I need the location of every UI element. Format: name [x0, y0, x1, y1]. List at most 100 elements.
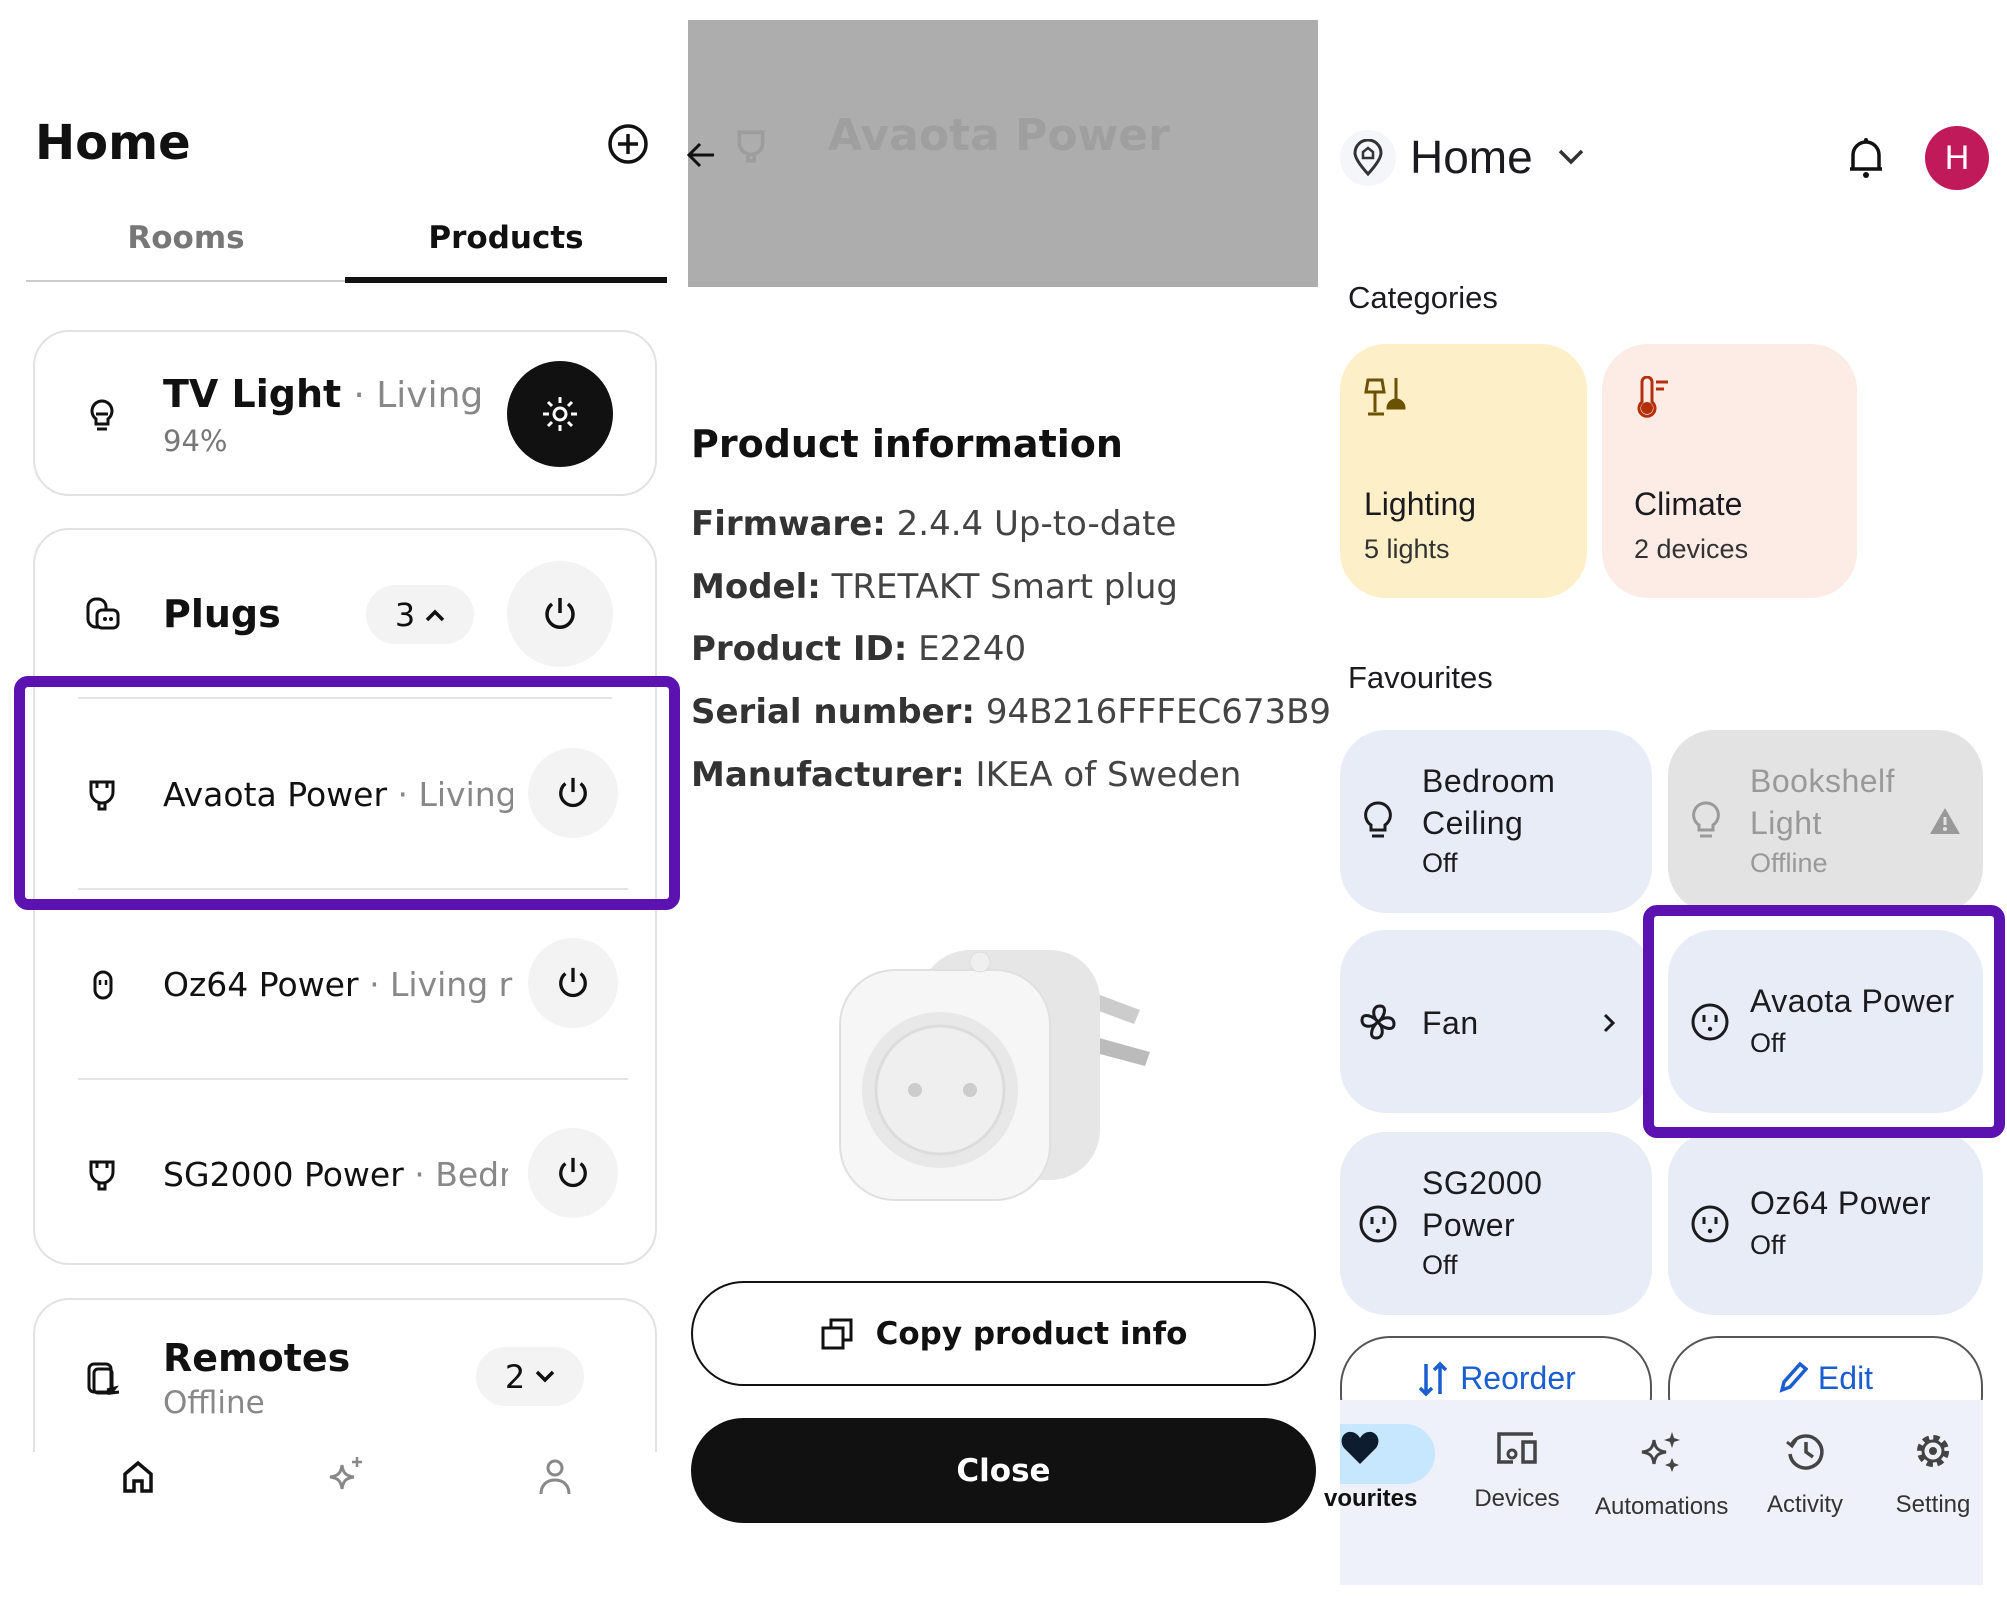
light-toggle-button[interactable]	[507, 361, 613, 467]
count: 3	[394, 595, 416, 634]
chevron-down-icon[interactable]	[1557, 148, 1585, 166]
remote-icon	[87, 1362, 120, 1395]
sparkles-icon	[1641, 1432, 1680, 1472]
bulb-icon	[90, 399, 114, 431]
device-location: · Bedr	[414, 1155, 508, 1194]
category-sub: 2 devices	[1634, 534, 1749, 564]
plug-icon	[737, 130, 765, 163]
nav-devices[interactable]: Devices	[1452, 1430, 1582, 1513]
brightness-value: 94%	[163, 424, 228, 458]
nav-label: vourites	[1324, 1485, 1418, 1512]
tv-light-card[interactable]: TV Light · Living r 94%	[33, 330, 657, 496]
tab-rooms[interactable]: Rooms	[26, 220, 346, 256]
nav-settings[interactable]: Setting	[1878, 1430, 1988, 1519]
plug-icon	[89, 1160, 115, 1191]
tab-active-indicator	[345, 277, 667, 283]
info-value: 2.4.4 Up-to-date	[896, 504, 1177, 544]
outlet-icon	[1359, 1205, 1397, 1243]
favourite-oz64-power[interactable]: Oz64 Power Off	[1668, 1132, 1983, 1315]
device-name: SG2000 Power	[1422, 1165, 1543, 1243]
lamp-icon	[1364, 378, 1406, 416]
home-icon[interactable]	[121, 1460, 155, 1494]
header-title: Avaota Power	[828, 110, 1170, 156]
chevron-up-icon	[425, 609, 445, 621]
group-title: Plugs	[163, 592, 281, 636]
person-icon[interactable]	[538, 1458, 572, 1496]
info-label: Model:	[691, 567, 821, 607]
nav-activity[interactable]: Activity	[1740, 1430, 1870, 1519]
favourite-bookshelf-light[interactable]: Bookshelf Light Offline	[1668, 730, 1983, 913]
favourite-bedroom-ceiling[interactable]: Bedroom Ceiling Off	[1340, 730, 1652, 913]
thermometer-icon	[1637, 376, 1668, 418]
plugs-count-toggle[interactable]: 3	[366, 585, 474, 644]
page-title: Home	[35, 115, 191, 171]
devices-icon	[1497, 1432, 1537, 1464]
list-item-sg2000-power[interactable]: SG2000 Power · Bedr	[33, 1080, 657, 1266]
home-location-button[interactable]	[1340, 130, 1396, 186]
device-name: Bookshelf Light	[1750, 763, 1896, 841]
home-selector[interactable]: Home	[1410, 130, 1533, 184]
info-serial: Serial number: 94B216FFFEC673B9	[691, 692, 1331, 732]
copy-icon	[821, 1318, 853, 1349]
remotes-count-toggle[interactable]: 2	[476, 1347, 584, 1406]
fan-icon	[1360, 1004, 1396, 1040]
remotes-group-card[interactable]: Remotes Offline 2	[33, 1298, 657, 1468]
plugs-power-button[interactable]	[507, 561, 613, 667]
favourites-title: Favourites	[1348, 660, 1493, 695]
sparkle-icon[interactable]	[325, 1455, 365, 1497]
close-label: Close	[956, 1452, 1051, 1489]
device-status: Off	[1750, 1230, 1786, 1260]
group-title: Remotes	[163, 1336, 351, 1380]
device-name: Oz64 Power	[163, 965, 359, 1004]
bulb-icon	[1364, 801, 1392, 838]
count: 2	[504, 1357, 526, 1396]
sun-icon	[543, 397, 577, 431]
categories-title: Categories	[1348, 280, 1498, 315]
info-value: 94B216FFFEC673B9	[985, 692, 1332, 732]
bulb-icon	[1692, 801, 1720, 838]
close-button[interactable]: Close	[691, 1418, 1316, 1523]
info-value: E2240	[918, 629, 1027, 669]
info-label: Serial number:	[691, 692, 976, 732]
highlight-box	[1643, 905, 2005, 1138]
section-title: Product information	[691, 422, 1123, 466]
list-item-oz64-power[interactable]: Oz64 Power · Living r	[33, 890, 657, 1076]
avatar[interactable]: H	[1925, 126, 1989, 190]
warning-icon	[1930, 808, 1960, 834]
copy-product-info-button[interactable]: Copy product info	[691, 1281, 1316, 1386]
nav-label: Setting	[1895, 1491, 1971, 1518]
device-status: Off	[1422, 1250, 1458, 1280]
highlight-box	[14, 676, 680, 910]
history-icon	[1786, 1434, 1824, 1470]
info-value: TRETAKT Smart plug	[831, 567, 1178, 607]
device-name: Fan	[1422, 1005, 1479, 1041]
device-location: · Living r	[369, 965, 513, 1004]
power-button[interactable]	[528, 1128, 618, 1218]
category-climate[interactable]: Climate 2 devices	[1602, 344, 1857, 598]
nav-favourites[interactable]: vourites	[1322, 1430, 1452, 1513]
nav-label: Automations	[1595, 1493, 1729, 1520]
info-label: Firmware:	[691, 504, 886, 544]
category-lighting[interactable]: Lighting 5 lights	[1340, 344, 1587, 598]
favourite-sg2000-power[interactable]: SG2000 Power Off	[1340, 1132, 1652, 1315]
device-name: Bedroom Ceiling	[1422, 763, 1556, 841]
back-arrow-icon[interactable]	[686, 140, 716, 170]
group-status: Offline	[163, 1385, 265, 1421]
category-name: Climate	[1634, 486, 1743, 522]
chevron-right-icon	[1603, 1013, 1616, 1033]
reorder-icon	[1418, 1361, 1448, 1397]
nav-automations[interactable]: Automations	[1595, 1430, 1729, 1521]
heart-icon	[1341, 1431, 1379, 1464]
info-firmware: Firmware: 2.4.4 Up-to-date	[691, 504, 1176, 544]
power-button[interactable]	[528, 938, 618, 1028]
bell-icon[interactable]	[1847, 135, 1885, 179]
tab-products[interactable]: Products	[345, 220, 667, 256]
info-label: Product ID:	[691, 629, 908, 669]
gear-icon	[1917, 1435, 1949, 1467]
power-icon	[559, 967, 587, 998]
info-model: Model: TRETAKT Smart plug	[691, 567, 1178, 607]
add-icon[interactable]	[607, 123, 649, 169]
category-sub: 5 lights	[1364, 534, 1450, 564]
favourite-fan[interactable]: Fan	[1340, 930, 1652, 1113]
device-name: TV Light	[163, 372, 342, 416]
